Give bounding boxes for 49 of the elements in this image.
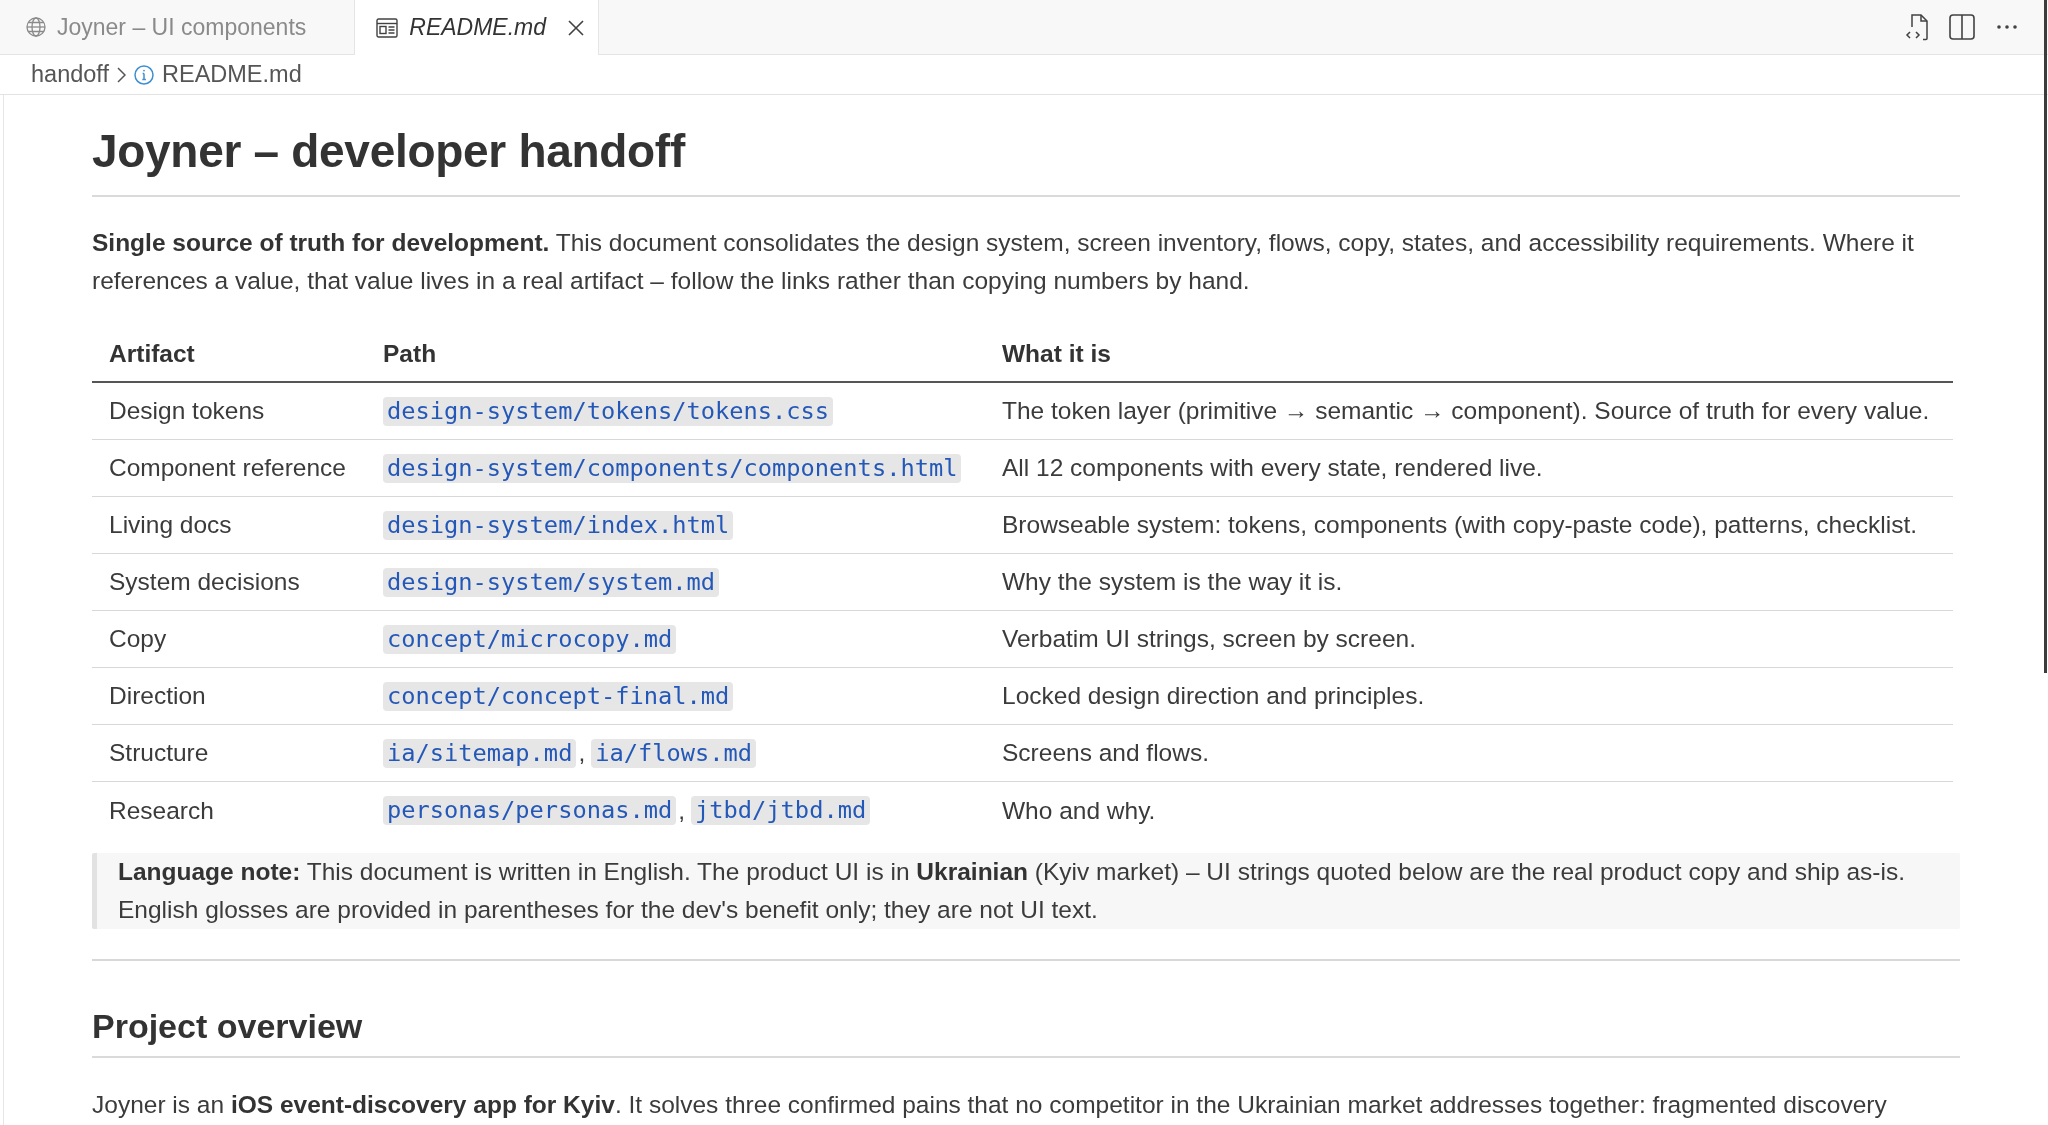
file-path-link[interactable]: ia/flows.md	[591, 738, 757, 768]
preview-icon	[376, 17, 399, 38]
artifact-description: All 12 components with every state, rendered live.	[1002, 454, 1543, 482]
list-comma: ,	[578, 739, 586, 767]
artifact-name: Research	[109, 796, 214, 825]
section-paragraph: Joyner is an iOS event-discovery app for Kyiv. It solves three confirmed pains that no competitor in the Ukrainian market addresses together: fragmented discovery	[92, 1090, 1888, 1120]
column-header: What it is	[985, 326, 1953, 383]
more-icon	[1997, 25, 2017, 29]
artifact-description: The token layer (primitive → semantic → component). Source of truth for every value.	[1002, 397, 1930, 425]
artifact-name: Design tokens	[109, 397, 265, 425]
artifact-description: Who and why.	[1002, 796, 1156, 825]
file-path-link[interactable]: design-system/tokens/tokens.css	[383, 396, 834, 426]
file-path-link[interactable]: design-system/index.html	[383, 510, 734, 540]
artifact-name: Copy	[109, 625, 167, 653]
close-icon	[568, 19, 585, 36]
artifact-description: Why the system is the way it is.	[1002, 568, 1343, 596]
editor-tab[interactable]: README.md	[355, 0, 600, 55]
artifact-description: Verbatim UI strings, screen by screen.	[1002, 625, 1416, 653]
chevron-right-icon	[117, 66, 126, 83]
artifact-name: Structure	[109, 739, 209, 767]
file-path-link[interactable]: jtbd/jtbd.md	[691, 796, 871, 825]
document-title: Joyner – developer handoff	[92, 124, 1960, 197]
split-editor-icon	[1949, 14, 1975, 40]
file-path-link[interactable]: design-system/system.md	[383, 567, 719, 597]
file-path-link[interactable]: concept/concept-final.md	[383, 681, 734, 711]
globe-icon	[26, 17, 46, 37]
info-icon	[134, 64, 154, 85]
breadcrumb-item[interactable]: handoff	[31, 61, 109, 88]
artifact-name: Living docs	[109, 511, 232, 539]
file-code-icon	[1905, 13, 1929, 41]
file-path-link[interactable]: personas/personas.md	[383, 796, 677, 825]
section-heading: Project overview	[92, 1006, 1960, 1058]
artifact-description: Browseable system: tokens, components (with copy-paste code), patterns, checklist.	[1002, 511, 1918, 539]
split-editor-button[interactable]	[1946, 11, 1978, 43]
artifact-name: Direction	[109, 682, 206, 710]
scrollbar-thumb[interactable]	[2044, 0, 2047, 673]
column-header: Path	[366, 326, 985, 383]
artifact-description: Screens and flows.	[1002, 739, 1209, 767]
column-header: Artifact	[92, 326, 366, 383]
file-path-link[interactable]: design-system/components/components.html	[383, 453, 962, 483]
breadcrumb-item[interactable]: README.md	[162, 61, 302, 88]
artifact-name: System decisions	[109, 568, 300, 596]
artifact-description: Locked design direction and principles.	[1002, 682, 1425, 710]
artifact-name: Component reference	[109, 454, 346, 482]
language-note: Language note: This document is written in English. The product UI is in Ukrainian (Kyiv market) – UI strings quoted below are the real product copy and ship as-is. English glosses are provided in parentheses for the dev's benefit only; they are not UI text.	[92, 853, 1960, 929]
intro-paragraph: Single source of truth for development. This document consolidates the design system, screen inventory, flows, copy, states, and accessibility requirements. Where it references a value, that value lives in a real artifact – follow the links rather than copying numbers by hand.	[92, 228, 1915, 296]
file-path-link[interactable]: concept/microcopy.md	[383, 624, 677, 654]
file-path-link[interactable]: ia/sitemap.md	[383, 738, 577, 768]
list-comma: ,	[678, 796, 686, 825]
